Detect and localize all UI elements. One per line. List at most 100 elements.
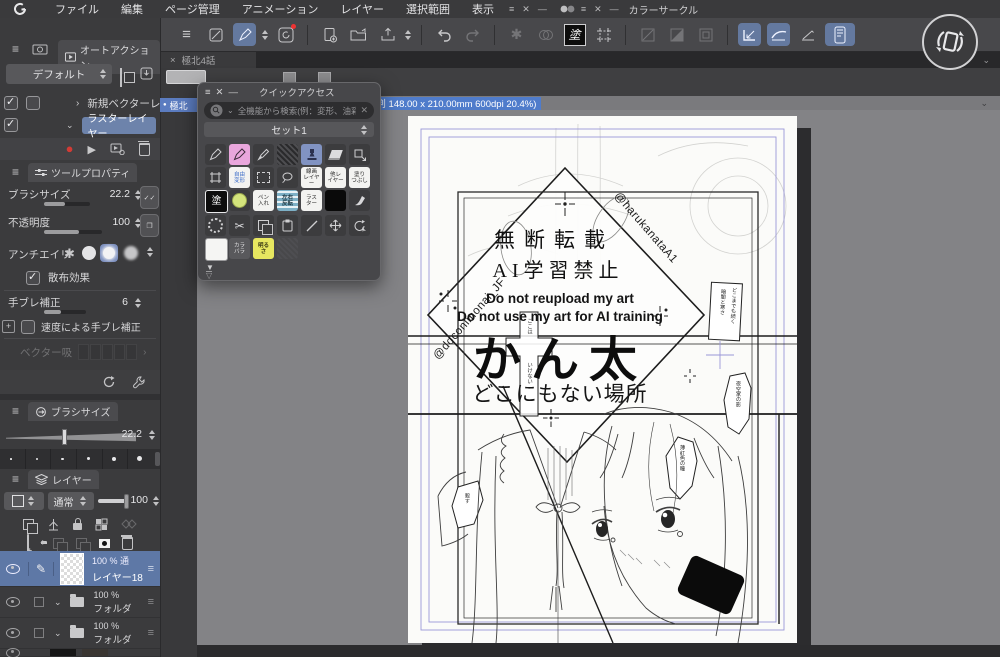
- qa-brightness[interactable]: 明る さ: [253, 238, 274, 259]
- qa-pen-tool[interactable]: [205, 144, 226, 165]
- tab-close-icon[interactable]: ×: [170, 55, 176, 66]
- qa-free-transform[interactable]: 自由 変形: [229, 167, 250, 188]
- undo-icon[interactable]: [432, 23, 455, 46]
- palette2-minimize-icon[interactable]: —: [606, 4, 623, 14]
- folder-collapse-icon[interactable]: ⌄: [54, 628, 62, 639]
- qa-decoration-brush[interactable]: [277, 144, 298, 165]
- clip-to-layer-icon[interactable]: [23, 518, 38, 534]
- qa-cut[interactable]: ✂: [229, 215, 250, 236]
- trim-canvas-icon[interactable]: [592, 23, 615, 46]
- pen-tool-active-icon[interactable]: [233, 23, 256, 46]
- qa-senga-layer[interactable]: 線画 レイヤー: [301, 167, 322, 188]
- qa-transform-tool[interactable]: [349, 144, 370, 165]
- layer-opacity-stepper[interactable]: [153, 496, 159, 506]
- action-set-dropdown[interactable]: デフォルト: [6, 64, 112, 84]
- qa-rotate-view[interactable]: [349, 215, 370, 236]
- tablet-mode-icon[interactable]: [204, 23, 227, 46]
- palette1-close-icon[interactable]: ✕: [518, 4, 534, 15]
- qa-straight-line[interactable]: [301, 215, 322, 236]
- vector-strength-cells[interactable]: [78, 344, 138, 360]
- layer-check[interactable]: [34, 628, 44, 638]
- brush-size-slider[interactable]: [44, 202, 90, 206]
- transfer-down-icon[interactable]: [53, 538, 68, 553]
- reference-layer-icon[interactable]: [47, 518, 60, 531]
- autoaction-aux-icon[interactable]: [32, 43, 48, 55]
- sync-icon[interactable]: [534, 23, 557, 46]
- qa-lasso-tool[interactable]: [277, 167, 298, 188]
- qa-fill-kanji[interactable]: 塗: [205, 190, 228, 213]
- no-rotate-icon[interactable]: [636, 23, 659, 46]
- collapse-chevron-icon[interactable]: ⌄: [982, 55, 990, 66]
- duplicate-set-icon[interactable]: [120, 68, 122, 87]
- tool-settings-wrench-icon[interactable]: [132, 375, 146, 389]
- aa-weak-icon[interactable]: [82, 246, 96, 260]
- companion-mode-icon[interactable]: [825, 23, 855, 46]
- palette1-menu-icon[interactable]: ≡: [505, 4, 518, 14]
- fill-command-icon[interactable]: 塗: [563, 23, 586, 46]
- lock-layer-icon[interactable]: [73, 518, 82, 530]
- menu-selection[interactable]: 選択範囲: [395, 1, 461, 17]
- brush-size-source-button[interactable]: ✓✓: [140, 186, 159, 209]
- layer-visible-icon[interactable]: [6, 628, 20, 638]
- qa-pen-tool-2[interactable]: [253, 144, 274, 165]
- speed-stabilization-row[interactable]: + 速度による手ブレ補正: [2, 319, 141, 334]
- menu-edit[interactable]: 編集: [110, 1, 154, 17]
- speed-stab-checkbox[interactable]: [21, 319, 35, 334]
- layer-row-folder[interactable]: ⌄ 100 % フォルダ ≡: [0, 618, 160, 649]
- toolprop-menu-icon[interactable]: ≡: [12, 165, 19, 179]
- save-stepper[interactable]: [405, 29, 411, 40]
- brush-size-panel-stepper[interactable]: [149, 430, 155, 440]
- new-canvas-icon[interactable]: [318, 23, 341, 46]
- expand-plus-icon[interactable]: +: [2, 320, 15, 333]
- selected-action[interactable]: ラスターレイヤー: [81, 114, 156, 140]
- layer-row-selected[interactable]: ✎ 100 % 通 レイヤー18 ≡: [0, 551, 160, 587]
- qa-set-stepper[interactable]: [361, 124, 367, 135]
- qa-move-tool[interactable]: [325, 215, 346, 236]
- scatter-row[interactable]: 散布効果: [26, 270, 90, 285]
- collapse-icon[interactable]: ⌄: [66, 120, 74, 131]
- qa-flick-down-icon[interactable]: ▼: [206, 264, 214, 272]
- layer-drag-handle[interactable]: ≡: [148, 627, 154, 639]
- brush-size-value[interactable]: 22.2: [104, 188, 130, 200]
- delete-action-icon[interactable]: [138, 140, 150, 156]
- manga-page[interactable]: ここは いけない @doconimonai_JF @harukanataA1 無…: [408, 116, 797, 643]
- qa-eraser-tool[interactable]: [325, 144, 346, 165]
- brush-preset-strip[interactable]: [0, 449, 160, 469]
- stabilization-value[interactable]: 6: [108, 296, 128, 308]
- brushsize-menu-icon[interactable]: ≡: [12, 404, 19, 418]
- palette1-minimize-icon[interactable]: —: [534, 4, 551, 14]
- action-check[interactable]: [4, 95, 18, 110]
- qa-black-swatch[interactable]: [325, 190, 346, 211]
- search-scope-chevron[interactable]: ⌄: [227, 106, 234, 115]
- qa-pink-pen-tool[interactable]: [229, 144, 250, 165]
- snap-guide-icon[interactable]: [796, 23, 819, 46]
- scatter-checkbox[interactable]: [26, 270, 40, 285]
- app-logo-icon[interactable]: [14, 2, 44, 16]
- action-check2[interactable]: [26, 96, 40, 110]
- tab-tool-property[interactable]: ツールプロパティ: [28, 163, 138, 182]
- action-check[interactable]: [4, 117, 18, 132]
- qa-processing[interactable]: [205, 215, 226, 236]
- qa-flick-open-icon[interactable]: ▽: [206, 271, 213, 280]
- qa-other-layer[interactable]: 他レ イヤー: [325, 167, 346, 188]
- action-row-raster[interactable]: ⌄ ラスターレイヤー: [4, 114, 156, 140]
- info-bar-chevron-icon[interactable]: ⌄: [980, 98, 988, 109]
- batch-play-icon[interactable]: [110, 143, 125, 155]
- layer-check[interactable]: [34, 597, 44, 607]
- menu-file[interactable]: ファイル: [44, 1, 110, 17]
- brush-size-panel-value[interactable]: 22.2: [116, 428, 142, 440]
- layer-opacity-value[interactable]: 100: [128, 494, 148, 506]
- gradient-icon[interactable]: [665, 23, 688, 46]
- layer-drag-handle[interactable]: ≡: [148, 563, 154, 575]
- reset-tool-icon[interactable]: [102, 375, 116, 389]
- record-action-icon[interactable]: ●: [66, 142, 74, 155]
- tab-layer[interactable]: レイヤー: [28, 470, 99, 489]
- redo-icon[interactable]: [461, 23, 484, 46]
- clip-studio-badge-icon[interactable]: [274, 23, 297, 46]
- page-list-item[interactable]: ● 極北: [160, 98, 197, 112]
- qa-copy[interactable]: [253, 215, 274, 236]
- qa-fill-action[interactable]: 塗り つぶし: [349, 167, 370, 188]
- action-set-stepper[interactable]: [100, 69, 106, 79]
- qa-menu-icon[interactable]: ≡: [205, 87, 211, 98]
- play-action-icon[interactable]: ▶: [88, 143, 96, 156]
